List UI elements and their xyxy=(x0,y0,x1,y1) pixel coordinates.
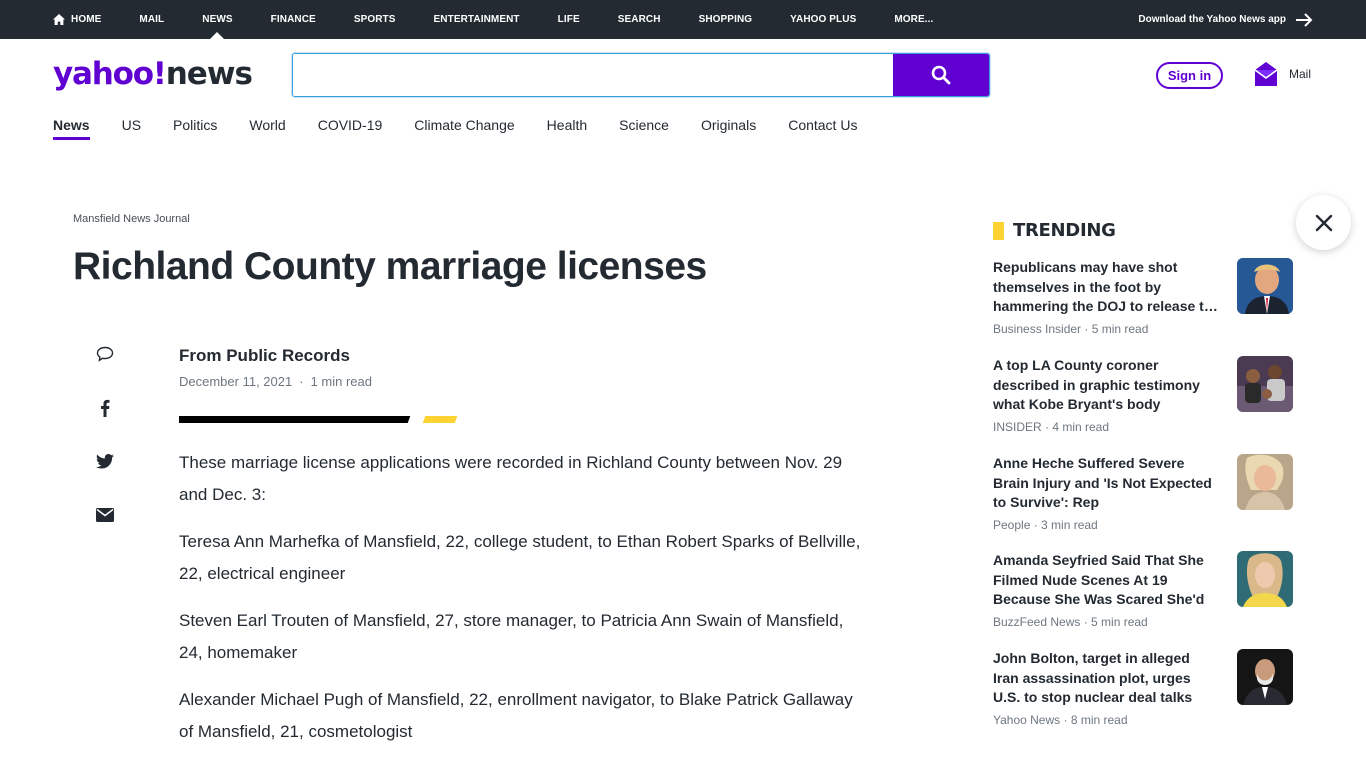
section-nav-covid-19[interactable]: COVID-19 xyxy=(318,117,383,141)
section-nav-science[interactable]: Science xyxy=(619,117,669,141)
article-body: These marriage license applications were… xyxy=(179,447,869,763)
download-app-link[interactable]: Download the Yahoo News app xyxy=(1138,0,1313,39)
topnav-item-yahoo-plus[interactable]: YAHOO PLUS xyxy=(790,0,856,39)
trending-item-source: INSIDER · 4 min read xyxy=(993,420,1110,434)
trending-item-thumbnail[interactable] xyxy=(1237,649,1293,705)
topnav-label: MAIL xyxy=(139,14,165,25)
trending-item-thumbnail[interactable] xyxy=(1237,356,1293,412)
trending-item[interactable]: John Bolton, target in alleged Iran assa… xyxy=(993,649,1293,733)
trending-item-title[interactable]: Republicans may have shot themselves in … xyxy=(993,258,1219,317)
article-paragraph: These marriage license applications were… xyxy=(179,453,843,504)
yahoo-news-logo[interactable]: yahoo! news xyxy=(53,56,253,92)
topnav-label: NEWS xyxy=(202,14,233,25)
trending-item-title[interactable]: Anne Heche Suffered Severe Brain Injury … xyxy=(993,454,1219,513)
home-icon xyxy=(53,14,65,25)
search-icon xyxy=(931,65,951,85)
universal-nav: HOME MAIL NEWS FINANCE SPORTS ENTERTAINM… xyxy=(53,0,971,39)
topnav-item-news[interactable]: NEWS xyxy=(202,0,233,39)
mail-link[interactable]: Mail xyxy=(1254,61,1311,87)
search-box xyxy=(292,53,990,97)
topnav-item-more[interactable]: MORE... xyxy=(894,0,933,39)
topnav-label: YAHOO PLUS xyxy=(790,14,857,25)
trending-item[interactable]: A top LA County coroner described in gra… xyxy=(993,356,1293,440)
universal-header-bar: HOME MAIL NEWS FINANCE SPORTS ENTERTAINM… xyxy=(0,0,1366,39)
section-nav-health[interactable]: Health xyxy=(547,117,587,141)
topnav-item-entertainment[interactable]: ENTERTAINMENT xyxy=(434,0,520,39)
section-nav-us[interactable]: US xyxy=(122,117,141,141)
trending-header: TRENDING xyxy=(993,220,1116,241)
trending-item-title[interactable]: John Bolton, target in alleged Iran assa… xyxy=(993,649,1219,708)
trending-item-source: Yahoo News · 8 min read xyxy=(993,713,1128,727)
trending-item[interactable]: Amanda Seyfried Said That She Filmed Nud… xyxy=(993,551,1293,635)
trending-item[interactable]: Republicans may have shot themselves in … xyxy=(993,258,1293,342)
section-nav-originals[interactable]: Originals xyxy=(701,117,756,141)
section-nav-contact-us[interactable]: Contact Us xyxy=(788,117,857,141)
section-nav-world[interactable]: World xyxy=(249,117,285,141)
email-share-button[interactable] xyxy=(95,505,115,525)
section-nav: News US Politics World COVID-19 Climate … xyxy=(53,117,889,141)
trending-item-source: BuzzFeed News · 5 min read xyxy=(993,615,1148,629)
article-paragraph: Alexander Michael Pugh of Mansfield, 22,… xyxy=(179,690,853,741)
topnav-item-mail[interactable]: MAIL xyxy=(139,0,164,39)
download-app-label: Download the Yahoo News app xyxy=(1138,14,1286,25)
topnav-item-shopping[interactable]: SHOPPING xyxy=(699,0,753,39)
comment-icon xyxy=(96,346,114,362)
facebook-share-button[interactable] xyxy=(95,398,115,418)
mail-label: Mail xyxy=(1289,67,1312,81)
logo-product: news xyxy=(165,56,253,92)
close-icon xyxy=(1315,214,1332,231)
twitter-share-button[interactable] xyxy=(95,451,115,471)
trending-item-thumbnail[interactable] xyxy=(1237,551,1293,607)
article-provider[interactable]: Mansfield News Journal xyxy=(73,213,190,225)
topnav-item-finance[interactable]: FINANCE xyxy=(271,0,316,39)
topnav-item-sports[interactable]: SPORTS xyxy=(354,0,396,39)
logo-brand: yahoo! xyxy=(53,56,167,92)
trending-item-title[interactable]: Amanda Seyfried Said That She Filmed Nud… xyxy=(993,551,1219,610)
article-meta: December 11, 2021 · 1 min read xyxy=(179,374,372,389)
article-paragraph: Steven Earl Trouten of Mansfield, 27, st… xyxy=(179,611,844,662)
article-paragraph: Teresa Ann Marhefka of Mansfield, 22, co… xyxy=(179,532,861,583)
comment-share-button[interactable] xyxy=(95,344,115,364)
topnav-label: LIFE xyxy=(557,14,580,25)
article-divider-yellow xyxy=(422,416,458,423)
close-button[interactable] xyxy=(1296,195,1351,250)
article-read-time: 1 min read xyxy=(310,374,372,389)
arrow-right-icon xyxy=(1296,12,1313,27)
section-nav-politics[interactable]: Politics xyxy=(173,117,217,141)
topnav-label: SEARCH xyxy=(617,14,661,25)
trending-item-source: Business Insider · 5 min read xyxy=(993,322,1149,336)
topnav-label: MORE... xyxy=(894,14,934,25)
topnav-item-home[interactable]: HOME xyxy=(53,0,101,39)
trending-title: TRENDING xyxy=(1013,220,1116,241)
search-input[interactable] xyxy=(293,54,895,96)
trending-item-thumbnail[interactable] xyxy=(1237,258,1293,314)
topnav-item-life[interactable]: LIFE xyxy=(558,0,580,39)
article-divider-black xyxy=(179,416,413,423)
topnav-label: HOME xyxy=(71,14,102,25)
trending-item-source: People · 3 min read xyxy=(993,518,1098,532)
trending-item-title[interactable]: A top LA County coroner described in gra… xyxy=(993,356,1219,415)
topnav-item-search[interactable]: SEARCH xyxy=(618,0,661,39)
search-button[interactable] xyxy=(893,54,989,96)
facebook-icon xyxy=(101,399,110,417)
section-nav-climate-change[interactable]: Climate Change xyxy=(414,117,514,141)
sign-in-button[interactable]: Sign in xyxy=(1156,62,1223,89)
section-nav-news[interactable]: News xyxy=(53,117,90,141)
topnav-label: SHOPPING xyxy=(698,14,753,25)
sign-in-label: Sign in xyxy=(1167,68,1212,83)
topnav-label: SPORTS xyxy=(353,14,396,25)
article-author: From Public Records xyxy=(179,346,350,365)
article-headline: Richland County marriage licenses xyxy=(73,245,707,288)
mail-icon xyxy=(1254,62,1278,86)
trending-item-thumbnail[interactable] xyxy=(1237,454,1293,510)
article-date: December 11, 2021 xyxy=(179,374,293,389)
trending-accent-bar xyxy=(993,221,1004,240)
twitter-icon xyxy=(96,453,114,469)
topnav-label: FINANCE xyxy=(270,14,316,25)
email-icon xyxy=(96,508,114,522)
trending-item[interactable]: Anne Heche Suffered Severe Brain Injury … xyxy=(993,454,1293,538)
meta-separator: · xyxy=(299,374,304,389)
topnav-label: ENTERTAINMENT xyxy=(433,14,520,25)
